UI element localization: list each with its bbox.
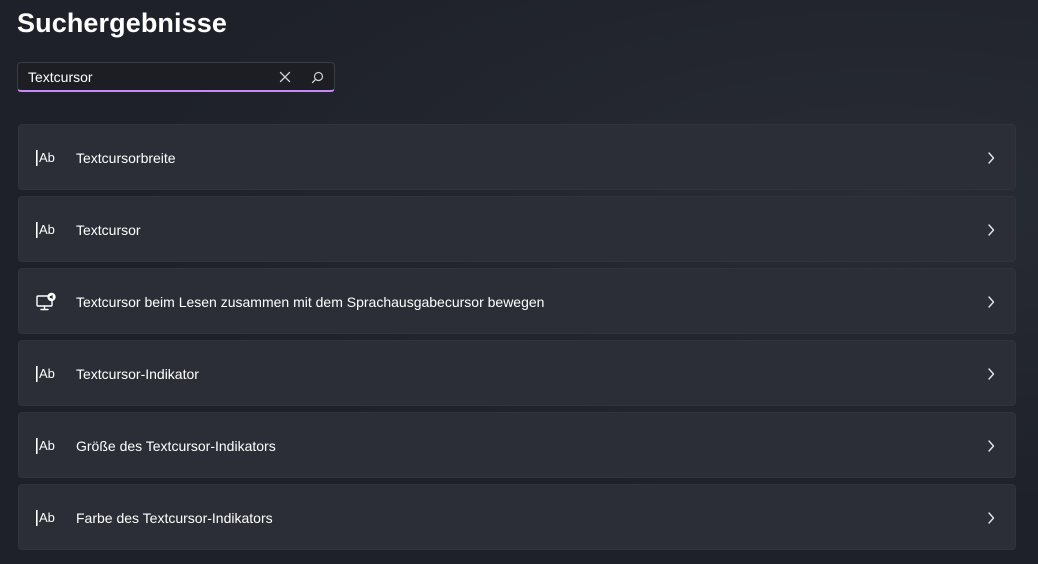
page-title: Suchergebnisse [17,8,227,38]
svg-text:Ab: Ab [39,222,55,237]
result-item-indikator-farbe[interactable]: Ab Farbe des Textcursor-Indikators [18,484,1016,550]
svg-text:Ab: Ab [39,510,55,525]
narrator-monitor-icon [35,291,59,313]
chevron-right-icon [985,510,997,526]
search-input[interactable] [18,63,268,91]
svg-text:Ab: Ab [39,366,55,381]
text-cursor-icon: Ab [35,363,59,385]
close-icon[interactable] [276,68,294,86]
result-label: Farbe des Textcursor-Indikators [76,510,273,526]
svg-text:Ab: Ab [39,150,55,165]
search-results-list: Ab Textcursorbreite Ab Textcursor Textcu… [18,124,1016,556]
result-label: Textcursor beim Lesen zusammen mit dem S… [76,294,545,310]
result-item-textcursor[interactable]: Ab Textcursor [18,196,1016,262]
chevron-right-icon [985,222,997,238]
text-cursor-icon: Ab [35,147,59,169]
chevron-right-icon [985,366,997,382]
result-item-textcursor-indikator[interactable]: Ab Textcursor-Indikator [18,340,1016,406]
result-label: Textcursor [76,222,141,238]
text-cursor-icon: Ab [35,507,59,529]
result-item-textcursorbreite[interactable]: Ab Textcursorbreite [18,124,1016,190]
result-item-indikator-groesse[interactable]: Ab Größe des Textcursor-Indikators [18,412,1016,478]
chevron-right-icon [985,150,997,166]
search-icon[interactable] [308,68,326,86]
chevron-right-icon [985,294,997,310]
result-label: Textcursorbreite [76,150,176,166]
result-label: Textcursor-Indikator [76,366,199,382]
chevron-right-icon [985,438,997,454]
result-item-narrator-cursor[interactable]: Textcursor beim Lesen zusammen mit dem S… [18,268,1016,334]
svg-text:Ab: Ab [39,438,55,453]
result-label: Größe des Textcursor-Indikators [76,438,276,454]
text-cursor-icon: Ab [35,219,59,241]
search-box[interactable] [17,62,335,92]
text-cursor-icon: Ab [35,435,59,457]
